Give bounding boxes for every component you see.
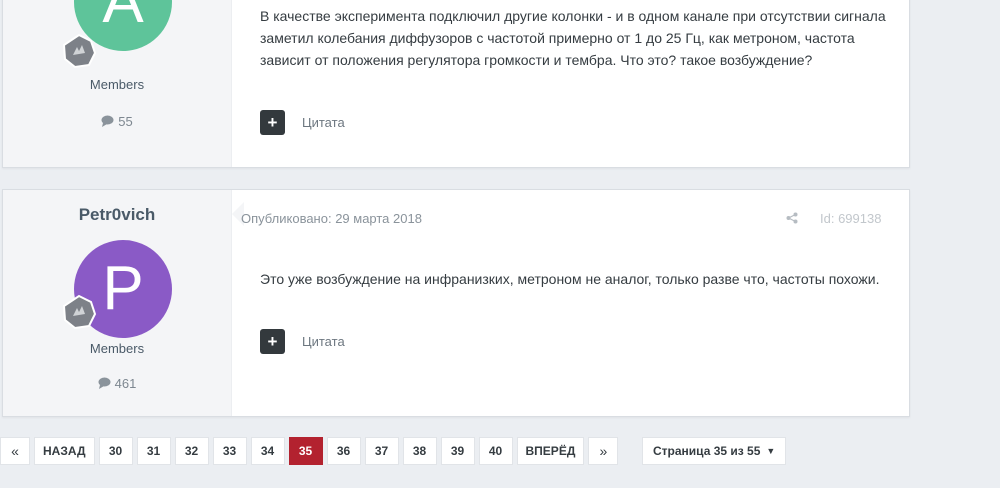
page-jump-dropdown[interactable]: Страница 35 из 55 ▼ — [642, 437, 787, 465]
page-link[interactable]: 32 — [174, 437, 209, 465]
post-actions: + Цитата — [260, 110, 345, 135]
comment-icon — [101, 115, 114, 127]
current-page[interactable]: 35 — [288, 437, 323, 465]
author-name[interactable]: Petr0vich — [3, 205, 231, 225]
post-body: В качестве эксперимента подключил другие… — [260, 8, 886, 68]
comment-icon — [98, 377, 111, 389]
page-link[interactable]: 40 — [478, 437, 513, 465]
page-link[interactable]: 30 — [98, 437, 133, 465]
rank-badge-icon — [62, 294, 97, 330]
forum-post: Petr0vich P Members 461 Опубликовано: 29… — [2, 189, 910, 417]
prev-page-button[interactable]: НАЗАД — [34, 437, 95, 465]
multiquote-button[interactable]: + — [260, 329, 285, 354]
last-page-button[interactable]: » — [588, 437, 619, 465]
multiquote-button[interactable]: + — [260, 110, 285, 135]
quote-button[interactable]: Цитата — [302, 334, 345, 349]
rank-badge-icon — [62, 33, 97, 69]
post-count-value: 461 — [114, 376, 137, 391]
post-body: Это уже возбуждение на инфранизких, метр… — [260, 271, 880, 287]
page-jump-label: Страница 35 из 55 — [653, 444, 761, 458]
post-count[interactable]: 55 — [3, 114, 231, 129]
post-date: Опубликовано: 29 марта 2018 — [241, 211, 422, 226]
page-link[interactable]: 36 — [326, 437, 361, 465]
post-id[interactable]: Id: 699138 — [820, 211, 881, 226]
page-link[interactable]: 39 — [440, 437, 475, 465]
page-link[interactable]: 38 — [402, 437, 437, 465]
page-link[interactable]: 34 — [250, 437, 285, 465]
forum-post: A Members 55 В качестве эксперимента под… — [2, 0, 910, 168]
page-link[interactable]: 31 — [136, 437, 171, 465]
member-group: Members — [89, 77, 145, 92]
share-icon[interactable] — [786, 212, 798, 224]
post-actions: + Цитата — [260, 329, 345, 354]
caret-down-icon: ▼ — [766, 446, 776, 456]
post-author-panel: Petr0vich P Members 461 — [3, 190, 244, 416]
post-count[interactable]: 461 — [3, 376, 231, 391]
next-page-button[interactable]: ВПЕРЁД — [516, 437, 585, 465]
post-count-value: 55 — [118, 114, 133, 129]
quote-button[interactable]: Цитата — [302, 115, 345, 130]
page-link[interactable]: 33 — [212, 437, 247, 465]
member-group: Members — [89, 341, 145, 356]
post-content: Опубликовано: 29 марта 2018 Id: 699138 Э… — [232, 190, 909, 416]
post-author-panel: A Members 55 — [3, 0, 232, 167]
page-link[interactable]: 37 — [364, 437, 399, 465]
first-page-button[interactable]: « — [0, 437, 30, 465]
post-content: В качестве эксперимента подключил другие… — [232, 0, 909, 167]
pagination: « НАЗАД 30 31 32 33 34 35 36 37 38 39 40… — [0, 437, 619, 465]
